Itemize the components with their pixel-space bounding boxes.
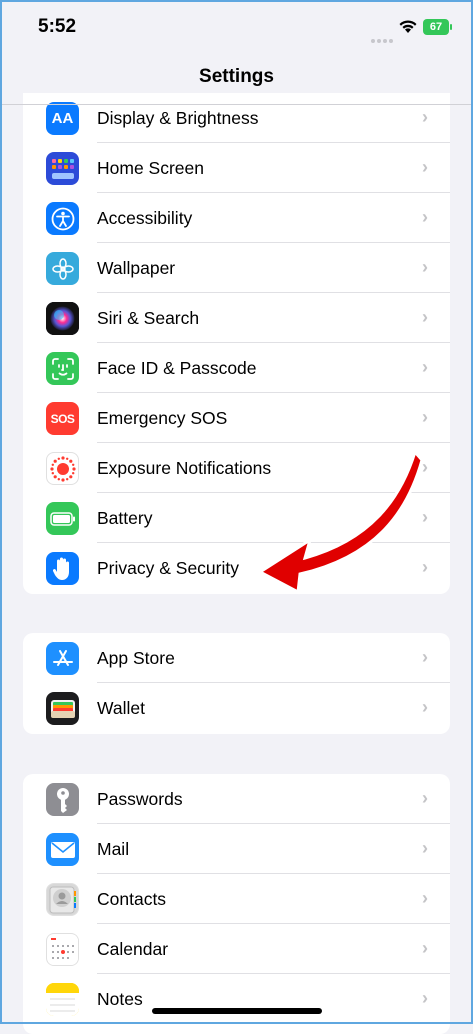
chevron-right-icon: ›	[422, 697, 428, 717]
accessibility-icon	[46, 202, 79, 235]
settings-row-label: Calendar	[97, 939, 169, 959]
exposure-icon	[46, 452, 79, 485]
face-id-icon	[46, 352, 79, 385]
battery-icon	[46, 502, 79, 535]
chevron-right-icon: ›	[422, 157, 428, 177]
battery-status-icon: 67	[423, 19, 452, 35]
wifi-icon	[399, 20, 417, 33]
wallet-icon	[46, 692, 79, 725]
settings-row-emergency-sos[interactable]: SOS Emergency SOS ›	[23, 393, 450, 443]
settings-row-wallet[interactable]: Wallet ›	[23, 683, 450, 733]
home-indicator[interactable]	[152, 1008, 322, 1014]
chevron-right-icon: ›	[422, 788, 428, 808]
settings-row-label: Emergency SOS	[97, 408, 228, 428]
settings-row-label: Face ID & Passcode	[97, 358, 257, 378]
status-bar: 5:52 67	[0, 0, 473, 56]
chevron-right-icon: ›	[422, 207, 428, 227]
calendar-icon	[46, 933, 79, 966]
settings-row-wallpaper[interactable]: Wallpaper ›	[23, 243, 450, 293]
chevron-right-icon: ›	[422, 938, 428, 958]
chevron-right-icon: ›	[422, 257, 428, 277]
settings-row-face-id-passcode[interactable]: Face ID & Passcode ›	[23, 343, 450, 393]
status-time: 5:52	[38, 16, 77, 37]
settings-row-label: App Store	[97, 648, 175, 668]
chevron-right-icon: ›	[422, 407, 428, 427]
chevron-right-icon: ›	[422, 988, 428, 1008]
settings-row-display-brightness[interactable]: AA Display & Brightness ›	[23, 93, 450, 143]
settings-group-apps: Passwords › Mail › Contacts › Calendar › Notes ›	[23, 774, 450, 1034]
settings-group-store: App Store › Wallet ›	[23, 633, 450, 734]
contacts-icon	[46, 883, 79, 916]
settings-row-label: Siri & Search	[97, 308, 200, 328]
settings-row-label: Battery	[97, 508, 153, 528]
settings-row-notes[interactable]: Notes ›	[23, 974, 450, 1024]
emergency-sos-icon: SOS	[46, 402, 79, 435]
chevron-right-icon: ›	[422, 838, 428, 858]
mail-icon	[46, 833, 79, 866]
settings-row-label: Mail	[97, 839, 130, 859]
settings-row-label: Display & Brightness	[97, 108, 259, 128]
chevron-right-icon: ›	[422, 107, 428, 127]
settings-row-label: Wallet	[97, 698, 145, 718]
settings-row-label: Privacy & Security	[97, 558, 239, 578]
chevron-right-icon: ›	[422, 357, 428, 377]
hand-icon	[46, 552, 79, 585]
settings-row-mail[interactable]: Mail ›	[23, 824, 450, 874]
chevron-right-icon: ›	[422, 307, 428, 327]
settings-row-label: Exposure Notifications	[97, 458, 272, 478]
settings-row-label: Notes	[97, 989, 143, 1009]
siri-icon	[46, 302, 79, 335]
settings-row-siri-search[interactable]: Siri & Search ›	[23, 293, 450, 343]
notes-icon	[46, 983, 79, 1016]
chevron-right-icon: ›	[422, 647, 428, 667]
display-brightness-icon: AA	[46, 102, 79, 135]
home-screen-icon	[46, 152, 79, 185]
app-store-icon	[46, 642, 79, 675]
nav-separator	[0, 104, 473, 105]
cellular-signal-icon	[371, 30, 395, 48]
settings-row-app-store[interactable]: App Store ›	[23, 633, 450, 683]
settings-row-passwords[interactable]: Passwords ›	[23, 774, 450, 824]
settings-row-label: Wallpaper	[97, 258, 176, 278]
wallpaper-icon	[46, 252, 79, 285]
settings-row-label: Home Screen	[97, 158, 204, 178]
key-icon	[46, 783, 79, 816]
settings-row-contacts[interactable]: Contacts ›	[23, 874, 450, 924]
red-pointer-arrow	[257, 448, 424, 595]
settings-row-accessibility[interactable]: Accessibility ›	[23, 193, 450, 243]
chevron-right-icon: ›	[422, 888, 428, 908]
page-title: Settings	[199, 66, 274, 87]
settings-row-calendar[interactable]: Calendar ›	[23, 924, 450, 974]
settings-row-home-screen[interactable]: Home Screen ›	[23, 143, 450, 193]
settings-row-label: Passwords	[97, 789, 183, 809]
settings-row-label: Contacts	[97, 889, 167, 909]
settings-row-label: Accessibility	[97, 208, 193, 228]
